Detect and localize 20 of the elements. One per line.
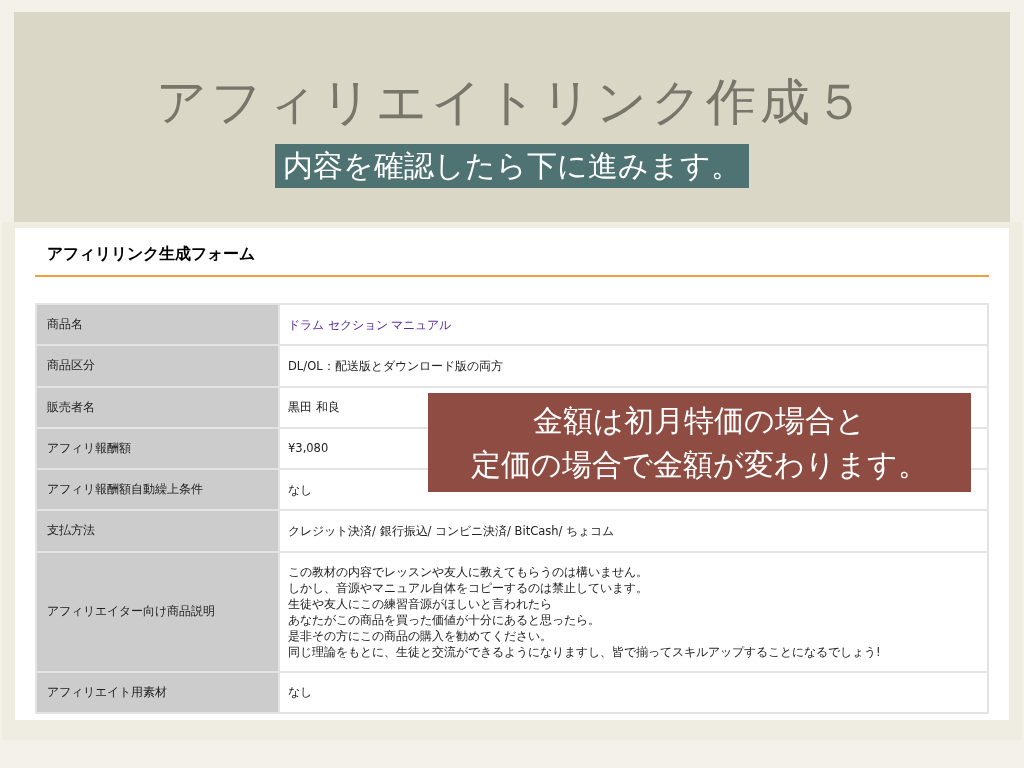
- field-value: 黒田 和良: [288, 399, 340, 416]
- field-label: 商品名: [36, 304, 279, 346]
- field-label: 支払方法: [36, 510, 279, 552]
- field-label: アフィリ報酬額: [36, 427, 279, 469]
- price-note-callout: 金額は初月特価の場合と 定価の場合で金額が変わります。: [428, 393, 971, 492]
- subtitle-banner: 内容を確認したら下に進みます。: [275, 144, 749, 188]
- field-label: アフィリエイター向け商品説明: [36, 551, 279, 672]
- field-label: アフィリ報酬額自動繰上条件: [36, 469, 279, 511]
- product-link[interactable]: ドラム セクション マニュアル: [288, 316, 452, 333]
- field-label: 商品区分: [36, 345, 279, 387]
- field-value: この教材の内容でレッスンや友人に教えてもらうのは構いません。 しかし、音源やマニュアル自体をコピーするのは禁止しています。 生徒や友人にこの練習音源がほしいと言われたら あなたがこの商品を買った価値が十分にあると思ったら。 是非その方にこの商品の購入を勧めてください。 同じ理論をもとに、生徒と交流ができるようになりますし、皆で揃ってスキルアップすることになるでしょう!: [288, 563, 881, 660]
- field-label: アフィリエイト用素材: [36, 671, 279, 713]
- field-value: ¥3,080: [288, 440, 329, 457]
- form-heading: アフィリリンク生成フォーム: [46, 243, 256, 265]
- field-value: なし: [288, 481, 312, 498]
- field-label: 販売者名: [36, 386, 279, 428]
- field-value: クレジット決済/ 銀行振込/ コンビニ決済/ BitCash/ ちょコム: [288, 522, 615, 539]
- field-value: なし: [288, 684, 312, 701]
- slide-title: アフィリエイトリンク作成５: [156, 72, 868, 133]
- field-value: DL/OL：配送版とダウンロード版の両方: [288, 357, 503, 374]
